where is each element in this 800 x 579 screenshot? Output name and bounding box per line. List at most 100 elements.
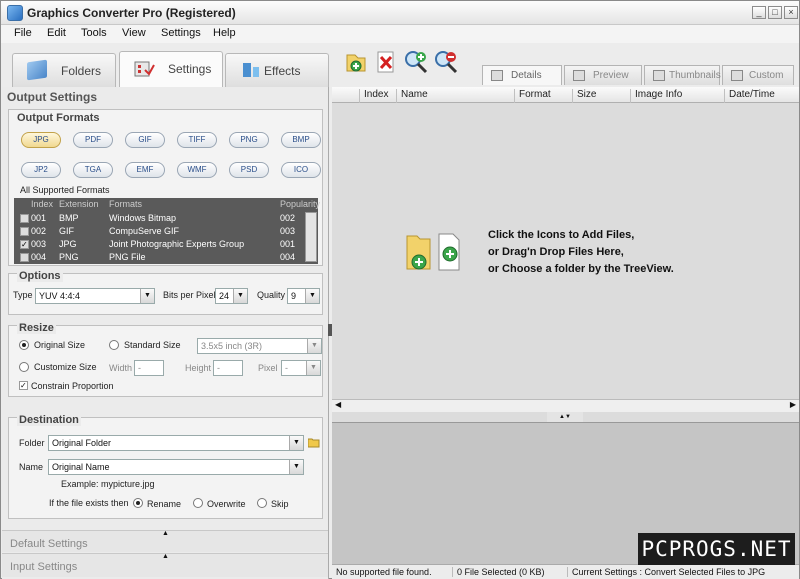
format-button-emf[interactable]: EMF [125, 162, 165, 178]
delete-icon[interactable] [373, 49, 399, 75]
format-button-tga[interactable]: TGA [73, 162, 113, 178]
file-drop-area[interactable]: Click the Icons to Add Files, or Drag'n … [332, 104, 799, 399]
name-label: Name [19, 462, 44, 472]
scroll-left-icon[interactable]: ◀ [335, 400, 341, 409]
customize-size-radio[interactable] [19, 362, 29, 372]
chevron-down-icon: ▼ [305, 289, 319, 303]
tab-preview[interactable]: Preview [564, 65, 642, 85]
tab-thumbnails[interactable]: Thumbnails [644, 65, 721, 85]
chevron-down-icon: ▼ [289, 436, 303, 450]
original-size-radio[interactable] [19, 340, 29, 350]
settings-panel: Output Settings Output Formats JPG PDF GIF… [2, 87, 329, 579]
standard-size-label: Standard Size [124, 340, 181, 350]
col-popularity: Popularity [280, 199, 321, 209]
type-select[interactable]: YUV 4:4:4 ▼ [35, 288, 155, 304]
format-button-png[interactable]: PNG [229, 132, 269, 148]
col-extension: Extension [59, 199, 99, 209]
chevron-down-icon: ▼ [307, 339, 321, 353]
format-button-jpg[interactable]: JPG [21, 132, 61, 148]
format-button-jp2[interactable]: JP2 [21, 162, 61, 178]
format-list-row[interactable]: 002 GIF CompuServe GIF 003 [14, 225, 318, 238]
skip-radio[interactable] [257, 498, 267, 508]
height-input[interactable]: - [213, 360, 243, 376]
name-select[interactable]: Original Name ▼ [48, 459, 304, 475]
input-settings-bar[interactable]: ▲ Input Settings [2, 553, 328, 577]
col-file-info[interactable]: Image Info [630, 89, 724, 103]
menu-view[interactable]: View [122, 27, 146, 39]
file-list-header: Index Name Format Size Image Info Date/T… [332, 87, 799, 103]
format-row-ext: PNG [59, 252, 79, 262]
menu-settings[interactable]: Settings [161, 27, 201, 39]
menu-edit[interactable]: Edit [47, 27, 66, 39]
minimize-button[interactable]: _ [752, 6, 766, 19]
tab-folders[interactable]: Folders [12, 53, 116, 87]
format-list-row[interactable]: 001 BMP Windows Bitmap 002 [14, 212, 318, 225]
format-row-checkbox[interactable] [20, 214, 29, 223]
close-button[interactable]: × [784, 6, 798, 19]
format-list: Index Extension Formats Popularity 001 BM… [14, 198, 321, 264]
unit-select[interactable]: - ▼ [281, 360, 321, 376]
format-list-scrollbar[interactable] [305, 212, 317, 262]
col-file-size[interactable]: Size [572, 89, 630, 103]
tab-settings[interactable]: Settings [119, 51, 223, 88]
format-button-bmp[interactable]: BMP [281, 132, 321, 148]
scroll-right-icon[interactable]: ▶ [790, 400, 796, 409]
default-settings-bar[interactable]: ▲ Default Settings [2, 530, 328, 552]
preview-splitter[interactable]: ▲▼ [547, 412, 583, 422]
quality-select[interactable]: 9 ▼ [287, 288, 320, 304]
maximize-button[interactable]: □ [768, 6, 782, 19]
menu-tools[interactable]: Tools [81, 27, 107, 39]
add-files-hint-icon [405, 232, 467, 272]
format-button-pdf[interactable]: PDF [73, 132, 113, 148]
app-icon [7, 5, 23, 21]
format-button-gif[interactable]: GIF [125, 132, 165, 148]
format-row-checkbox[interactable] [20, 227, 29, 236]
tab-effects[interactable]: Effects [225, 53, 329, 87]
browse-folder-icon[interactable] [307, 436, 320, 448]
width-input[interactable]: - [134, 360, 164, 376]
col-file-name[interactable]: Name [396, 89, 514, 103]
constrain-checkbox[interactable]: ✓ [19, 381, 28, 390]
menu-help[interactable]: Help [213, 27, 236, 39]
zoom-out-icon[interactable] [433, 49, 459, 75]
format-list-header: Index Extension Formats Popularity [14, 199, 321, 212]
col-file-index[interactable]: Index [359, 89, 396, 103]
status-selected: 0 File Selected (0 KB) [452, 567, 545, 577]
folder-select[interactable]: Original Folder ▼ [48, 435, 304, 451]
standard-size-radio[interactable] [109, 340, 119, 350]
standard-size-select[interactable]: 3.5x5 inch (3R) ▼ [197, 338, 322, 354]
add-files-icon[interactable] [343, 49, 369, 75]
format-row-index: 004 [31, 252, 47, 262]
format-row-ext: JPG [59, 239, 77, 249]
app-window: Graphics Converter Pro (Registered) _ □ … [0, 0, 800, 579]
format-row-pop: 001 [280, 239, 296, 249]
standard-size-value: 3.5x5 inch (3R) [201, 341, 263, 351]
original-size-label: Original Size [34, 340, 86, 350]
format-list-row[interactable]: 004 PNG PNG File 004 [14, 251, 318, 264]
zoom-in-icon[interactable] [403, 49, 429, 75]
hint-line-3: or Choose a folder by the TreeView. [488, 263, 674, 275]
format-button-ico[interactable]: ICO [281, 162, 321, 178]
hint-line-2: or Drag'n Drop Files Here, [488, 246, 624, 258]
format-button-psd[interactable]: PSD [229, 162, 269, 178]
quality-label: Quality [257, 290, 286, 300]
tab-details[interactable]: Details [482, 65, 562, 85]
format-row-checkbox[interactable]: ✓ [20, 240, 29, 249]
tab-custom[interactable]: Custom [722, 65, 794, 85]
format-row-checkbox[interactable] [20, 253, 29, 262]
title-bar: Graphics Converter Pro (Registered) _ □ … [1, 1, 799, 25]
overwrite-radio[interactable] [193, 498, 203, 508]
format-button-wmf[interactable]: WMF [177, 162, 217, 178]
bpp-select[interactable]: 24 ▼ [215, 288, 248, 304]
col-file-format[interactable]: Format [514, 89, 572, 103]
details-icon [491, 70, 503, 81]
format-list-row[interactable]: ✓ 003 JPG Joint Photographic Experts Group 0… [14, 238, 318, 251]
horizontal-scrollbar[interactable]: ◀ ▶ [332, 399, 799, 412]
tab-settings-label: Settings [168, 62, 212, 76]
format-row-format: PNG File [109, 252, 146, 262]
menu-file[interactable]: File [14, 27, 32, 39]
col-file-date[interactable]: Date/Time [724, 89, 799, 103]
chevron-down-icon: ▼ [233, 289, 247, 303]
rename-radio[interactable] [133, 498, 143, 508]
format-button-tiff[interactable]: TIFF [177, 132, 217, 148]
